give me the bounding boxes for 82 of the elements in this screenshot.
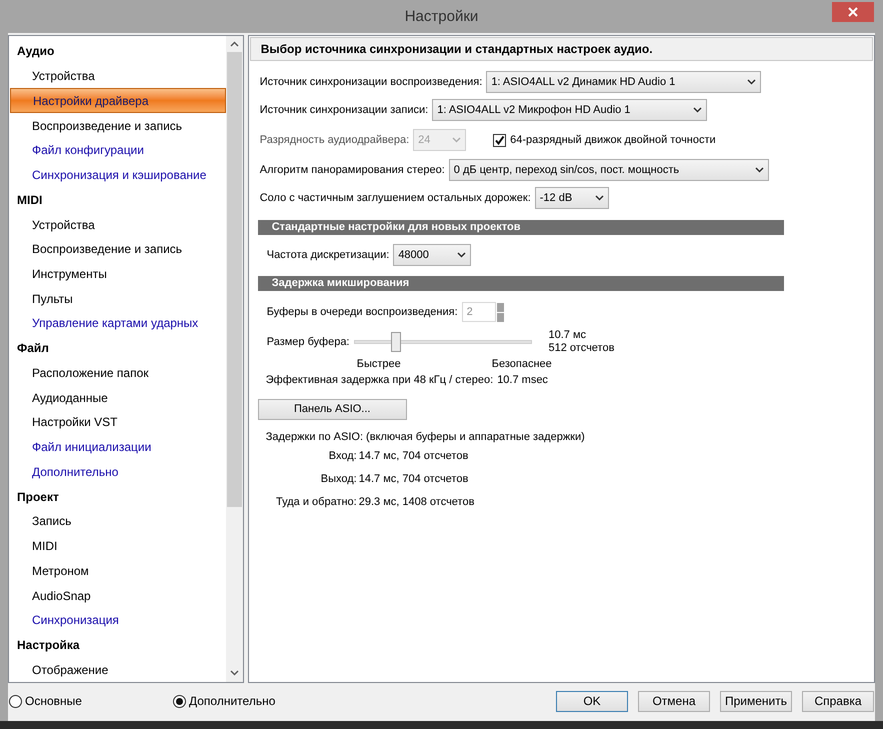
dropdown[interactable]: 0 дБ центр, переход sin/cos, пост. мощность [448,159,769,181]
sidebar-item[interactable]: Воспроизведение и запись [10,113,226,138]
field-label: Буферы в очереди воспроизведения: [266,304,459,320]
sidebar-item[interactable]: Инструменты [10,262,226,286]
field-label: Источник синхронизации записи: [260,102,430,118]
field-label: Размер буфера: [266,334,350,350]
sidebar-item[interactable]: Метроном [10,558,226,584]
sidebar-item[interactable]: MIDI [10,534,226,558]
sidebar-item[interactable]: Синхронизация [10,608,226,633]
category-label: Проект [16,488,60,506]
dialog-button[interactable]: Справка [802,690,874,712]
dialog-button[interactable]: Отмена [638,690,710,712]
radio-button[interactable] [9,694,22,708]
value-text: 14.7 мс, 704 отсчетов [358,448,468,464]
checkbox-label: 64-разрядный движок двойной точности [510,132,716,148]
sidebar-item[interactable]: Запись [10,508,226,534]
scroll-down-icon[interactable] [230,670,239,676]
field-label: Соло с частичным заглушением остальных дорожек: [260,190,532,206]
sidebar-item[interactable]: Пульты [10,286,226,312]
section-header: Задержка микширования [258,276,784,291]
radio-label: Основные [25,693,82,710]
sidebar-item[interactable]: Дополнительно [10,460,226,484]
sidebar-item[interactable]: Отображение [10,657,226,682]
chevron-down-icon [693,107,702,113]
chevron-down-icon [747,79,756,85]
sidebar-item[interactable]: Устройства [10,212,226,237]
dropdown[interactable]: 48000 [393,244,472,266]
sidebar-item[interactable]: Файл инициализации [10,434,226,460]
field-label: Эффективная задержка при 48 кГц / стерео: [266,372,494,388]
sidebar-item[interactable]: Расположение папок [10,360,226,386]
panel-header: Выбор источника синхронизации и стандартных настроек аудио. [250,37,873,61]
category-label: Аудио [16,43,56,60]
sidebar-item[interactable]: Настройки VST [10,410,226,435]
spinner-arrows[interactable] [496,302,504,322]
close-icon [848,7,858,17]
sidebar-item[interactable]: AudioSnap [10,583,226,608]
asio-panel-button[interactable]: Панель ASIO... [258,399,407,420]
info-text: Задержки по ASIO: (включая буферы и аппаратные задержки) [266,430,585,445]
sidebar-item[interactable]: Настройки драйвера [10,88,226,114]
category-label: Настройка [16,637,81,654]
dropdown[interactable]: 1: ASIO4ALL v2 Микрофон HD Audio 1 [432,99,708,121]
chevron-down-icon [457,252,466,258]
reading-text: 10.7 мс [548,329,588,342]
scroll-up-icon[interactable] [230,41,239,47]
field-label: Частота дискретизации: [266,248,390,263]
slider-track[interactable] [354,332,532,352]
value-text: 14.7 мс, 704 отсчетов [358,472,468,487]
window-title: Настройки [404,6,478,27]
close-button[interactable] [832,2,874,22]
dropdown[interactable]: 1: ASIO4ALL v2 Динамик HD Audio 1 [486,71,762,93]
chevron-down-icon [754,167,764,173]
category-label: MIDI [16,192,44,209]
chevron-down-icon [452,137,462,143]
sidebar-item[interactable]: Воспроизведение и запись [10,236,226,262]
field-label: Алгоритм панорамирования стерео: [260,162,446,178]
field-label: Выход: [320,472,357,487]
slider-label: Быстрее [356,356,402,372]
field-label: Вход: [328,448,357,464]
checkbox[interactable] [493,134,506,146]
scrollbar[interactable] [226,36,243,682]
dialog-button[interactable]: OK [556,690,628,712]
sidebar-item[interactable]: Аудиоданные [10,385,226,410]
radio-label: Дополнительно [189,693,276,710]
reading-text: 512 отсчетов [548,342,614,355]
scrollbar-thumb[interactable] [226,52,242,507]
dialog-button[interactable]: Применить [720,690,792,712]
sidebar-item[interactable]: Синхронизация и кэширование [10,162,226,188]
value-text: 29.3 мс, 1408 отсчетов [358,494,474,510]
slider-thumb[interactable] [391,332,402,352]
field-label: Разрядность аудиодрайвера: [260,132,410,148]
radio-button[interactable] [173,694,186,708]
field-label: Источник синхронизации воспроизведения: [260,74,484,90]
chevron-down-icon [594,195,604,201]
value-text: 10.7 msec [497,372,548,388]
dropdown[interactable]: -12 dB [534,187,609,209]
slider-label: Безопаснее [492,356,552,372]
sidebar-item[interactable]: Файл конфигурации [10,138,226,163]
field-label: Туда и обратно: [275,494,357,510]
section-header: Стандартные настройки для новых проектов [258,220,784,235]
sidebar-item[interactable]: Управление картами ударных [10,311,226,336]
category-label: Файл [16,340,50,358]
sidebar-item[interactable]: Устройства [10,64,226,88]
